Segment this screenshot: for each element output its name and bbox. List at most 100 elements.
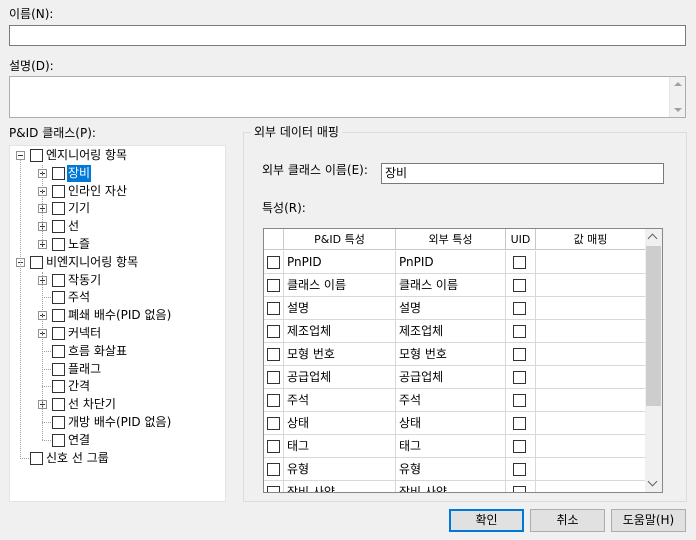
value-mapping-cell[interactable]	[536, 251, 646, 274]
header-uid[interactable]: UID	[506, 229, 536, 250]
external-property-cell[interactable]: 제조업체	[396, 320, 506, 343]
value-mapping-cell[interactable]	[536, 366, 646, 389]
table-row[interactable]: PnPID PnPID	[264, 251, 646, 274]
row-select-checkbox[interactable]	[267, 325, 280, 338]
value-mapping-cell[interactable]	[536, 320, 646, 343]
row-select-checkbox[interactable]	[267, 440, 280, 453]
uid-checkbox[interactable]	[513, 279, 526, 292]
header-select[interactable]	[264, 229, 284, 250]
value-mapping-cell[interactable]	[536, 274, 646, 297]
row-select-checkbox[interactable]	[267, 486, 280, 492]
name-input[interactable]	[9, 25, 686, 46]
table-row[interactable]: 장비 사양 장비 사양	[264, 481, 646, 492]
cancel-button[interactable]: 취소	[530, 509, 605, 532]
pid-property-cell[interactable]: 공급업체	[284, 366, 396, 389]
tree-item-checkbox[interactable]	[52, 380, 65, 394]
row-select-checkbox[interactable]	[267, 256, 280, 269]
table-row[interactable]: 제조업체 제조업체	[264, 320, 646, 343]
tree-item-checkbox[interactable]	[30, 451, 43, 465]
value-mapping-cell[interactable]	[536, 412, 646, 435]
tree-item[interactable]: 비엔지니어링 항목	[10, 254, 225, 271]
tree-item[interactable]: 신호 선 그룹	[10, 450, 225, 467]
chevron-down-icon[interactable]	[647, 476, 658, 487]
uid-checkbox[interactable]	[513, 325, 526, 338]
row-select-checkbox[interactable]	[267, 463, 280, 476]
pid-property-cell[interactable]: 모형 번호	[284, 343, 396, 366]
pid-property-cell[interactable]: 태그	[284, 435, 396, 458]
tree-item-checkbox[interactable]	[52, 416, 65, 429]
table-row[interactable]: 유형 유형	[264, 458, 646, 481]
value-mapping-cell[interactable]	[536, 297, 646, 320]
table-row[interactable]: 모형 번호 모형 번호	[264, 343, 646, 366]
tree-item-checkbox[interactable]	[52, 238, 65, 251]
header-value-mapping[interactable]: 값 매핑	[536, 229, 646, 250]
pid-property-cell[interactable]: 클래스 이름	[284, 274, 396, 297]
value-mapping-cell[interactable]	[536, 343, 646, 366]
ok-button[interactable]: 확인	[449, 509, 524, 532]
value-mapping-cell[interactable]	[536, 389, 646, 412]
row-select-checkbox[interactable]	[267, 348, 280, 361]
uid-checkbox[interactable]	[513, 302, 526, 315]
tree-item-checkbox[interactable]	[52, 344, 65, 358]
external-property-cell[interactable]: 모형 번호	[396, 343, 506, 366]
external-property-cell[interactable]: 태그	[396, 435, 506, 458]
external-property-cell[interactable]: 상태	[396, 412, 506, 435]
external-property-cell[interactable]: PnPID	[396, 251, 506, 274]
tree-item-checkbox[interactable]	[52, 398, 65, 412]
table-row[interactable]: 설명 설명	[264, 297, 646, 320]
external-property-cell[interactable]: 유형	[396, 458, 506, 481]
pid-property-cell[interactable]: 제조업체	[284, 320, 396, 343]
description-input[interactable]	[9, 76, 686, 118]
header-pid-property[interactable]: P&ID 특성	[284, 229, 396, 250]
uid-checkbox[interactable]	[513, 256, 526, 269]
scroll-thumb[interactable]	[646, 246, 661, 406]
tree-item-checkbox[interactable]	[52, 184, 65, 198]
tree-item-checkbox[interactable]	[52, 202, 65, 216]
uid-checkbox[interactable]	[513, 394, 526, 407]
tree-item-checkbox[interactable]	[52, 220, 65, 234]
tree-item-checkbox[interactable]	[52, 309, 65, 323]
uid-checkbox[interactable]	[513, 486, 526, 492]
table-row[interactable]: 주석 주석	[264, 389, 646, 412]
uid-checkbox[interactable]	[513, 371, 526, 384]
row-select-checkbox[interactable]	[267, 302, 280, 315]
tree-item-checkbox[interactable]	[52, 273, 65, 287]
value-mapping-cell[interactable]	[536, 458, 646, 481]
pid-class-tree[interactable]: 엔지니어링 항목 장비 인라인 자산 기기 선 노즐 비엔지니어링 항목 작동기 주석 폐쇄 배수…	[9, 145, 226, 502]
external-property-cell[interactable]: 공급업체	[396, 366, 506, 389]
pid-property-cell[interactable]: 유형	[284, 458, 396, 481]
pid-property-cell[interactable]: 장비 사양	[284, 481, 396, 492]
tree-item-checkbox[interactable]	[30, 255, 43, 269]
external-property-cell[interactable]: 장비 사양	[396, 481, 506, 492]
help-button[interactable]: 도움말(H)	[611, 509, 686, 532]
scroll-up-icon[interactable]	[674, 82, 682, 86]
external-property-cell[interactable]: 클래스 이름	[396, 274, 506, 297]
pid-property-cell[interactable]: 주석	[284, 389, 396, 412]
external-class-input[interactable]: 장비	[381, 163, 664, 184]
tree-item-checkbox[interactable]	[52, 433, 65, 447]
row-select-checkbox[interactable]	[267, 394, 280, 407]
chevron-up-icon[interactable]	[647, 233, 658, 244]
tree-item-checkbox[interactable]	[52, 362, 65, 376]
table-row[interactable]: 태그 태그	[264, 435, 646, 458]
pid-property-cell[interactable]: PnPID	[284, 251, 396, 274]
tree-item-checkbox[interactable]	[30, 149, 43, 162]
external-property-cell[interactable]: 설명	[396, 297, 506, 320]
grid-scrollbar[interactable]	[645, 229, 662, 492]
table-row[interactable]: 상태 상태	[264, 412, 646, 435]
pid-property-cell[interactable]: 설명	[284, 297, 396, 320]
value-mapping-cell[interactable]	[536, 435, 646, 458]
row-select-checkbox[interactable]	[267, 417, 280, 430]
pid-property-cell[interactable]: 상태	[284, 412, 396, 435]
uid-checkbox[interactable]	[513, 463, 526, 476]
uid-checkbox[interactable]	[513, 440, 526, 453]
row-select-checkbox[interactable]	[267, 279, 280, 292]
row-select-checkbox[interactable]	[267, 371, 280, 384]
tree-item-checkbox[interactable]	[52, 291, 65, 305]
description-scrollbar[interactable]	[669, 77, 685, 117]
tree-item-checkbox[interactable]	[52, 327, 65, 340]
tree-item-checkbox[interactable]	[52, 166, 65, 180]
value-mapping-cell[interactable]	[536, 481, 646, 492]
table-row[interactable]: 클래스 이름 클래스 이름	[264, 274, 646, 297]
table-row[interactable]: 공급업체 공급업체	[264, 366, 646, 389]
